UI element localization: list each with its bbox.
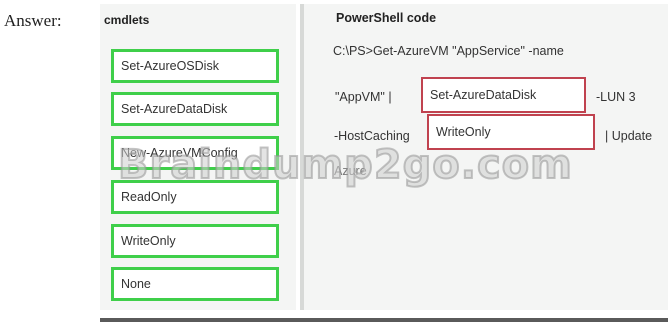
code-panel: PowerShell code C:\PS>Get-AzureVM "AppSe… <box>304 4 668 310</box>
cmdlet-none[interactable]: None <box>111 267 279 301</box>
cmdlet-write-only[interactable]: WriteOnly <box>111 224 279 258</box>
code-line-3-suffix: | Update <box>605 129 653 143</box>
code-line-4: Azure <box>334 164 367 178</box>
drop-slot-host-caching[interactable]: WriteOnly <box>427 114 595 150</box>
drop-slot-cmdlet[interactable]: Set-AzureDataDisk <box>421 77 586 113</box>
cmdlet-set-azure-os-disk[interactable]: Set-AzureOSDisk <box>111 49 279 83</box>
code-line-2-suffix: -LUN 3 <box>596 90 636 104</box>
code-title: PowerShell code <box>336 11 437 25</box>
cmdlets-title: cmdlets <box>104 13 150 27</box>
bottom-rule <box>100 318 668 322</box>
code-line-3-prefix: -HostCaching <box>334 129 410 143</box>
cmdlet-set-azure-data-disk[interactable]: Set-AzureDataDisk <box>111 92 279 126</box>
cmdlets-panel: cmdlets Set-AzureOSDisk Set-AzureDataDis… <box>100 4 296 310</box>
cmdlet-new-azure-vm-config[interactable]: New-AzureVMConfig <box>111 136 279 170</box>
cmdlet-read-only[interactable]: ReadOnly <box>111 180 279 214</box>
answer-figure: Answer: cmdlets Set-AzureOSDisk Set-Azur… <box>0 0 668 325</box>
code-line-1: C:\PS>Get-AzureVM "AppService" -name <box>333 44 564 58</box>
answer-label: Answer: <box>4 11 62 30</box>
code-line-2-prefix: "AppVM" | <box>335 90 392 104</box>
